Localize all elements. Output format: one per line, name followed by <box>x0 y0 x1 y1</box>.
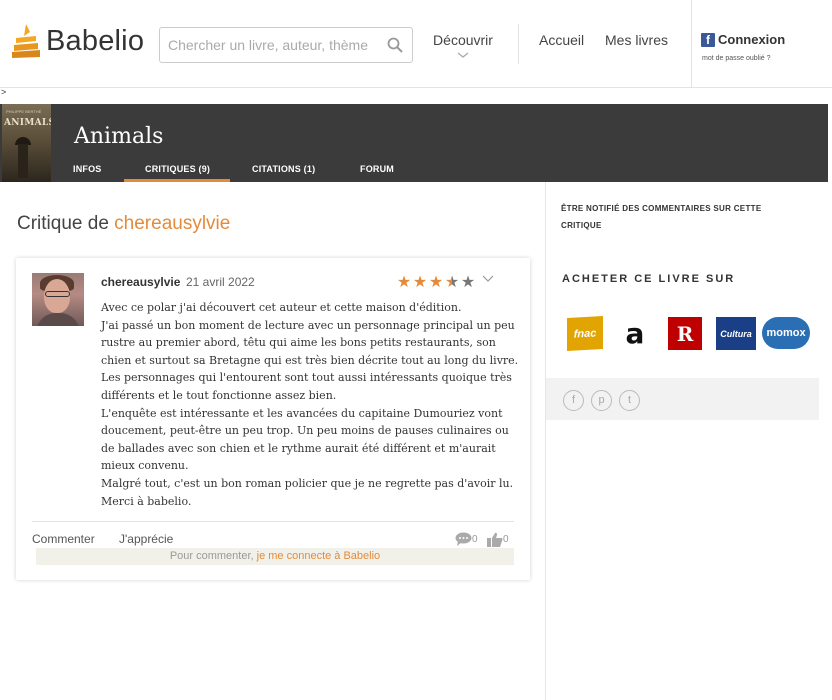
tab-citations[interactable]: CITATIONS (1) <box>252 164 315 174</box>
babelio-logo[interactable]: Babelio <box>12 24 144 58</box>
nav-discover[interactable]: Découvrir <box>433 32 493 60</box>
star-icon: ★ <box>444 274 460 291</box>
login-label: Connexion <box>718 32 786 47</box>
star-icon: ★ <box>412 274 428 291</box>
book-cover[interactable]: PHILIPPE BERTHÉ ANIMALS <box>2 104 51 182</box>
star-icon: ★ <box>396 274 412 291</box>
store-fnac-logo[interactable]: fnac <box>567 316 603 351</box>
review-date: 21 avril 2022 <box>186 275 255 289</box>
breadcrumb-marker: > <box>1 87 7 97</box>
search-box[interactable] <box>159 27 413 63</box>
store-rakuten-logo[interactable]: R <box>668 317 702 350</box>
login-to-comment-bar: Pour commenter, je me connecte à Babelio <box>36 548 514 565</box>
logo-books-icon <box>12 24 40 58</box>
nav-home[interactable]: Accueil <box>539 32 584 48</box>
review-paragraph: J'ai passé un bon moment de lecture avec… <box>101 318 519 367</box>
chevron-down-icon <box>457 52 469 58</box>
nav-discover-label: Découvrir <box>433 32 493 48</box>
search-icon[interactable] <box>386 36 404 54</box>
amazon-letter: a <box>625 317 645 350</box>
facebook-icon: f <box>701 32 715 47</box>
star-icon: ★ <box>460 274 476 291</box>
logo-text: Babelio <box>46 24 145 57</box>
avatar-glasses <box>45 291 70 297</box>
login-button[interactable]: f Connexion <box>701 32 785 47</box>
cover-title: ANIMALS <box>4 118 51 128</box>
page-title: Critique de chereausylvie <box>17 213 230 235</box>
forgot-password-link[interactable]: mot de passe oublié ? <box>702 55 771 62</box>
avatar[interactable] <box>32 273 84 326</box>
book-title[interactable]: Animals <box>74 124 163 149</box>
review-text: Avec ce polar j'ai découvert cet auteur … <box>101 299 521 510</box>
store-cultura-logo[interactable]: Cultura <box>716 317 756 350</box>
thumbs-up-icon <box>487 532 503 547</box>
review-paragraph: L'enquête est intéressante et les avancé… <box>101 406 509 473</box>
facebook-share-icon[interactable]: f <box>563 390 584 411</box>
star-icon: ★ <box>428 274 444 291</box>
tab-infos[interactable]: INFOS <box>73 164 102 174</box>
review-author-link[interactable]: chereausylvie <box>101 275 180 289</box>
comment-button[interactable]: Commenter <box>32 532 95 546</box>
search-input[interactable] <box>160 28 380 62</box>
pinterest-share-icon[interactable]: p <box>591 390 612 411</box>
nav-divider <box>518 24 519 64</box>
store-amazon-logo[interactable]: a <box>615 317 655 350</box>
store-momox-logo[interactable]: momox <box>762 317 810 349</box>
nav-divider <box>691 0 692 88</box>
page-title-prefix: Critique de <box>17 213 109 234</box>
review-paragraph: Malgré tout, c'est un bon roman policier… <box>101 476 514 490</box>
page-title-user-link[interactable]: chereausylvie <box>114 213 230 234</box>
nav-my-books[interactable]: Mes livres <box>605 32 668 48</box>
review-paragraph: Les personnages qui l'entourent sont tou… <box>101 371 512 402</box>
connect-prefix: Pour commenter, <box>169 550 254 562</box>
notify-comments-link[interactable]: ÊTRE NOTIFIÉ DES COMMENTAIRES SUR CETTE … <box>561 200 791 234</box>
tab-critiques[interactable]: CRITIQUES (9) <box>145 164 210 174</box>
like-count[interactable]: 0 <box>487 532 509 547</box>
comment-count[interactable]: 0 <box>455 532 478 546</box>
buy-section-title: ACHETER CE LIVRE SUR <box>562 273 736 285</box>
avatar-shirt <box>36 313 80 326</box>
review-paragraph: Merci à babelio. <box>101 494 192 508</box>
like-button[interactable]: J'apprécie <box>119 532 173 546</box>
rating-stars: ★ ★ ★ ★ ★ <box>396 275 476 291</box>
social-share-bar <box>546 378 819 420</box>
cover-author: PHILIPPE BERTHÉ <box>6 109 42 114</box>
speech-bubble-icon <box>455 532 472 546</box>
chevron-down-icon[interactable] <box>482 275 494 283</box>
card-divider <box>32 521 514 522</box>
comment-count-value: 0 <box>472 533 478 545</box>
cover-tower <box>18 144 28 178</box>
column-divider <box>545 182 546 700</box>
twitter-share-icon[interactable]: t <box>619 390 640 411</box>
tab-forum[interactable]: FORUM <box>360 164 394 174</box>
active-tab-indicator <box>124 179 230 182</box>
like-count-value: 0 <box>503 534 509 545</box>
review-paragraph: Avec ce polar j'ai découvert cet auteur … <box>101 301 462 314</box>
connect-link[interactable]: je me connecte à Babelio <box>257 550 381 562</box>
